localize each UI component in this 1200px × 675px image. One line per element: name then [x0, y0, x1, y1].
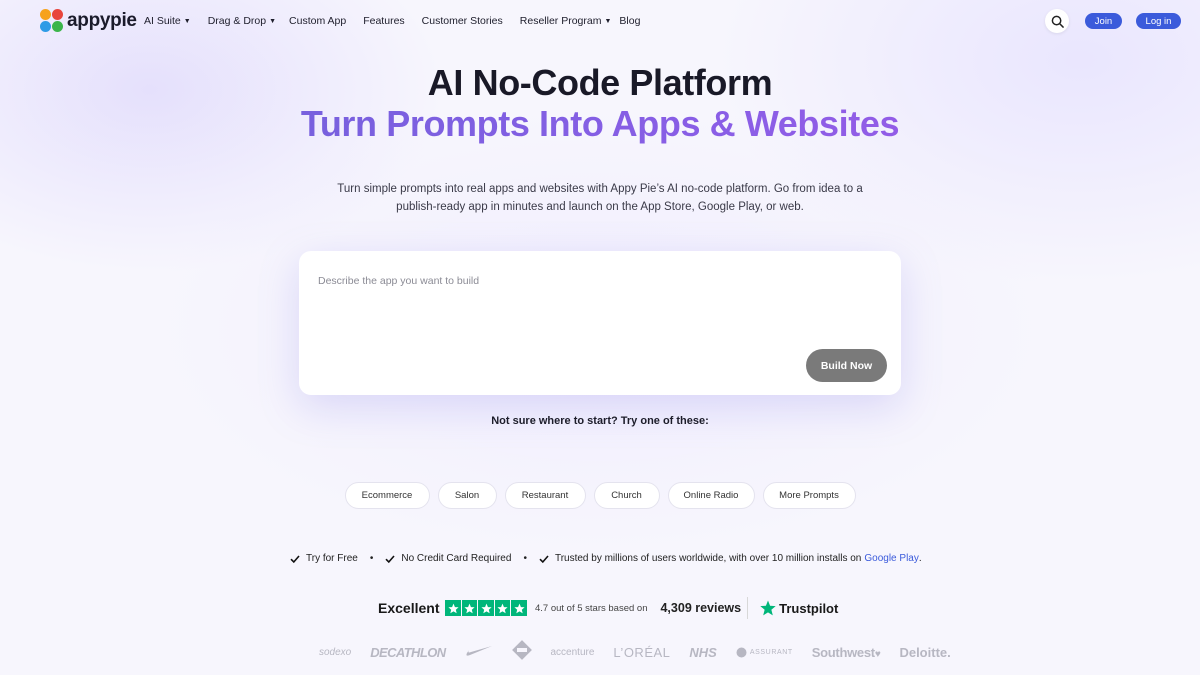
main-menu: AI Suite ▼ Drag & Drop ▼ Custom App Featur… — [144, 15, 657, 27]
brand-name: appypie — [67, 10, 137, 31]
chip-more-prompts[interactable]: More Prompts — [762, 482, 856, 509]
appypie-logo[interactable]: appypie — [40, 9, 137, 33]
trustpilot-rating[interactable]: Excellent 4.7 out of 5 stars based on 4,… — [378, 597, 838, 619]
page-title: AI No-Code Platform — [427, 62, 773, 103]
logo-southwest-text: Southwest — [811, 645, 875, 660]
menu-label: Blog — [619, 15, 641, 27]
caret-down-icon: ▼ — [183, 17, 191, 25]
logo-sodexo: sodexo — [319, 647, 352, 658]
star-icon — [478, 600, 494, 616]
checkmark-icon — [385, 554, 395, 563]
home-depot-logo-icon — [511, 640, 532, 660]
rating-text: 4.7 out of 5 stars based on — [534, 602, 648, 614]
suggestions-heading: Not sure where to start? Try one of thes… — [491, 415, 709, 427]
heart-icon: ♥ — [874, 649, 881, 660]
trustpilot-brand-name: Trustpilot — [779, 600, 839, 616]
logo-loreal: L’ORÉAL — [613, 645, 671, 660]
build-now-button[interactable]: Build Now — [806, 349, 887, 382]
menu-label: Features — [363, 15, 405, 27]
suggestion-chips: Ecommerce Salon Restaurant Church Online… — [0, 482, 1200, 509]
benefits-row: Try for Free • No Credit Card Required •… — [290, 553, 922, 564]
hero-description: Turn simple prompts into real apps and w… — [337, 183, 863, 213]
benefit-text: No Credit Card Required — [401, 553, 512, 564]
benefit-item: No Credit Card Required — [385, 553, 511, 564]
menu-label: Reseller Program — [519, 15, 602, 27]
prompt-card: Build Now — [299, 251, 901, 395]
star-icon — [445, 600, 461, 616]
search-button[interactable] — [1045, 9, 1069, 33]
checkmark-icon — [539, 554, 549, 563]
benefit-suffix: . — [918, 553, 922, 564]
app-description-input[interactable] — [318, 271, 798, 291]
star-icon — [511, 600, 527, 616]
menu-drag-drop[interactable]: Drag & Drop ▼ — [208, 15, 276, 27]
chip-salon[interactable]: Salon — [437, 482, 497, 509]
page-subtitle: Turn Prompts Into Apps & Websites — [0, 103, 1200, 145]
separator-dot: • — [523, 553, 527, 564]
nike-swoosh-icon — [465, 645, 492, 656]
menu-label: Customer Stories — [421, 15, 503, 27]
separator-dot: • — [369, 553, 374, 564]
review-count: 4,309 reviews — [660, 597, 749, 619]
logo-deloitte: Deloitte. — [899, 645, 951, 660]
logo-nhs: NHS — [689, 645, 717, 660]
menu-ai-suite[interactable]: AI Suite ▼ — [144, 15, 191, 27]
logo-home-depot — [511, 640, 532, 665]
chip-online-radio[interactable]: Online Radio — [667, 482, 755, 509]
join-button[interactable]: Join — [1085, 13, 1122, 29]
checkmark-icon — [290, 554, 300, 563]
logo-nike — [465, 644, 493, 662]
menu-label: Custom App — [289, 15, 347, 27]
star-icon — [494, 600, 511, 616]
login-button[interactable]: Log in — [1136, 13, 1181, 29]
chip-church[interactable]: Church — [593, 482, 660, 509]
google-play-link[interactable]: Google Play — [864, 553, 918, 564]
trustpilot-logo: Trustpilot — [760, 600, 838, 616]
benefit-item: Try for Free — [290, 553, 358, 564]
logo-decathlon: DECATHLON — [370, 645, 446, 660]
caret-down-icon: ▼ — [604, 17, 612, 25]
logo-assurant-text: ASSURANT — [749, 649, 793, 656]
menu-label: AI Suite — [144, 15, 181, 27]
trustpilot-star-icon — [760, 600, 776, 616]
menu-custom-app[interactable]: Custom App — [289, 15, 346, 27]
menu-label: Drag & Drop — [207, 15, 267, 27]
caret-down-icon: ▼ — [269, 17, 277, 25]
benefit-text: Trusted by millions of users worldwide, … — [554, 553, 862, 564]
menu-customer-stories[interactable]: Customer Stories — [422, 15, 503, 27]
benefit-item: Trusted by millions of users worldwide, … — [539, 553, 922, 564]
rating-label: Excellent — [378, 600, 440, 616]
menu-reseller-program[interactable]: Reseller Program ▼ — [520, 15, 612, 27]
rating-stars — [445, 600, 527, 616]
star-icon — [461, 600, 478, 616]
appypie-logo-mark-icon — [40, 9, 64, 33]
chip-ecommerce[interactable]: Ecommerce — [344, 482, 430, 509]
logo-southwest: Southwest♥ — [812, 645, 881, 660]
client-logos: sodexo DECATHLON accenture L’ORÉAL NHS A… — [319, 640, 970, 665]
search-icon — [1051, 15, 1064, 28]
logo-accenture: accenture — [550, 647, 595, 658]
benefit-text: Try for Free — [306, 553, 358, 564]
logo-assurant: ASSURANT — [736, 647, 793, 658]
chip-restaurant[interactable]: Restaurant — [504, 482, 586, 509]
menu-blog[interactable]: Blog — [619, 15, 640, 27]
assurant-mark-icon — [736, 647, 747, 658]
menu-features[interactable]: Features — [363, 15, 404, 27]
top-navigation: appypie AI Suite ▼ Drag & Drop ▼ Custom Ap… — [0, 0, 1200, 44]
